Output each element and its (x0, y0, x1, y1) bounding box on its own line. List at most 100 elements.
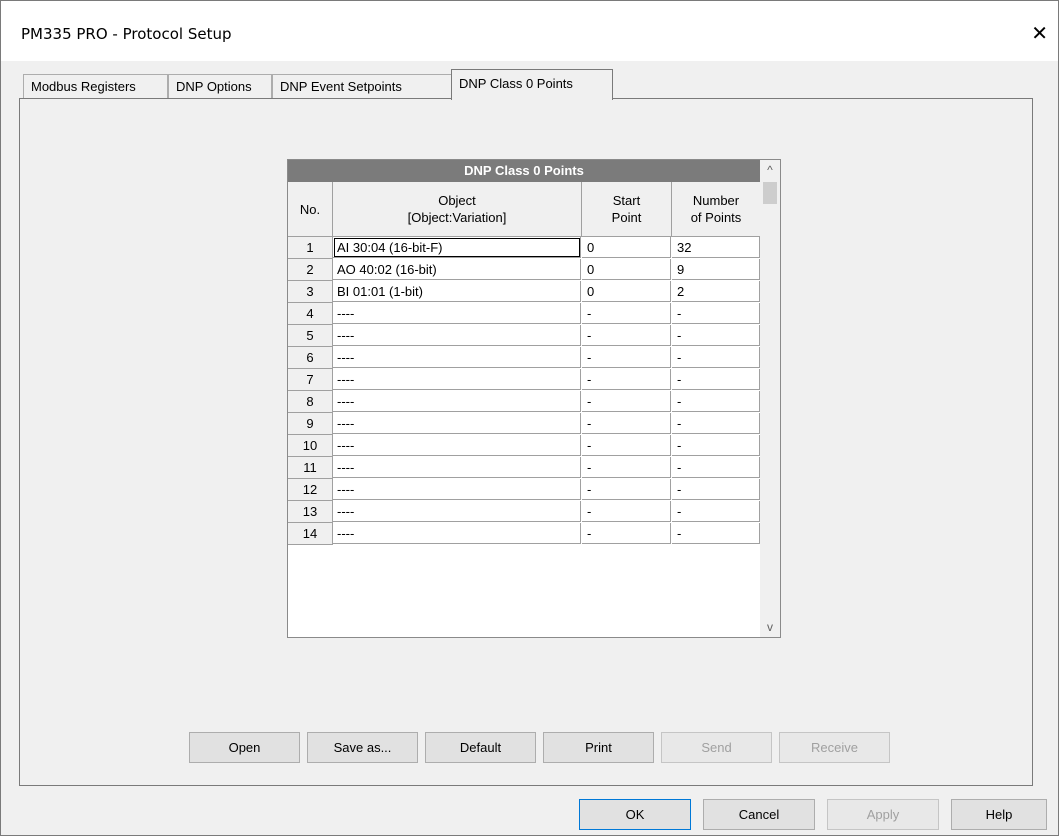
table-row: 11 ---- - - (288, 457, 760, 479)
row-number: 7 (288, 369, 333, 391)
object-select[interactable]: ---- (333, 501, 581, 522)
start-point-input[interactable]: - (582, 391, 671, 412)
object-select[interactable]: ---- (333, 391, 581, 412)
header-no-label: No. (299, 201, 321, 217)
apply-button[interactable]: Apply (827, 799, 939, 830)
table-row: 10 ---- - - (288, 435, 760, 457)
object-select[interactable]: ---- (333, 523, 581, 544)
protocol-setup-dialog: PM335 PRO - Protocol Setup ✕ Modbus Regi… (0, 0, 1059, 836)
close-icon[interactable]: ✕ (1031, 21, 1048, 45)
receive-button[interactable]: Receive (779, 732, 890, 763)
object-value: ---- (337, 504, 355, 519)
default-button[interactable]: Default (425, 732, 536, 763)
start-point-input[interactable]: - (582, 325, 671, 346)
table-row: 7 ---- - - (288, 369, 760, 391)
object-select[interactable]: ---- (333, 413, 581, 434)
object-select[interactable]: ---- (333, 479, 581, 500)
open-button[interactable]: Open (189, 732, 300, 763)
number-of-points-input[interactable]: - (672, 523, 760, 544)
start-point-input[interactable]: 0 (582, 237, 671, 258)
ok-button[interactable]: OK (579, 799, 691, 830)
object-value: ---- (337, 438, 355, 453)
scroll-down-icon[interactable]: v (760, 617, 780, 637)
header-number-of-points: Number of Points (672, 182, 761, 237)
scroll-up-icon[interactable]: ^ (760, 160, 780, 180)
object-select[interactable]: AO 40:02 (16-bit) (333, 259, 581, 280)
object-value: ---- (337, 526, 355, 541)
row-number: 13 (288, 501, 333, 523)
scroll-thumb[interactable] (763, 182, 777, 204)
window-title: PM335 PRO - Protocol Setup (21, 25, 232, 43)
header-object-line1: Object (438, 193, 476, 208)
row-number: 1 (288, 237, 333, 259)
help-button[interactable]: Help (951, 799, 1047, 830)
number-of-points-input[interactable]: - (672, 325, 760, 346)
number-of-points-input[interactable]: - (672, 303, 760, 324)
row-number: 9 (288, 413, 333, 435)
start-point-input[interactable]: - (582, 479, 671, 500)
number-of-points-input[interactable]: - (672, 479, 760, 500)
title-bar: PM335 PRO - Protocol Setup ✕ (1, 1, 1058, 61)
number-of-points-input[interactable]: - (672, 501, 760, 522)
object-select[interactable]: ---- (333, 303, 581, 324)
start-point-input[interactable]: 0 (582, 281, 671, 302)
save-as-button[interactable]: Save as... (307, 732, 418, 763)
row-number: 4 (288, 303, 333, 325)
tab-modbus-registers[interactable]: Modbus Registers (23, 74, 168, 99)
object-select[interactable]: BI 01:01 (1-bit) (333, 281, 581, 302)
number-of-points-input[interactable]: - (672, 413, 760, 434)
tab-dnp-event-setpoints[interactable]: DNP Event Setpoints (272, 74, 454, 99)
row-number: 2 (288, 259, 333, 281)
table-row: 13 ---- - - (288, 501, 760, 523)
table-row: 14 ---- - - (288, 523, 760, 545)
row-number: 14 (288, 523, 333, 545)
header-num-line1: Number (692, 193, 740, 208)
tab-panel: DNP Class 0 Points No. Object [Object:Va… (19, 98, 1033, 786)
start-point-input[interactable]: - (582, 347, 671, 368)
number-of-points-input[interactable]: 2 (672, 281, 760, 302)
row-number: 6 (288, 347, 333, 369)
table-row: 6 ---- - - (288, 347, 760, 369)
object-value: BI 01:01 (1-bit) (337, 284, 423, 299)
tab-dnp-class-0-points[interactable]: DNP Class 0 Points (451, 69, 613, 100)
number-of-points-input[interactable]: - (672, 457, 760, 478)
row-number: 12 (288, 479, 333, 501)
header-object-line2: [Object:Variation] (407, 210, 507, 225)
table-row: 2 AO 40:02 (16-bit) 0 9 (288, 259, 760, 281)
number-of-points-input[interactable]: - (672, 369, 760, 390)
object-select[interactable]: ---- (333, 457, 581, 478)
cancel-button[interactable]: Cancel (703, 799, 815, 830)
number-of-points-input[interactable]: - (672, 391, 760, 412)
object-select[interactable]: ---- (333, 435, 581, 456)
table-row: 9 ---- - - (288, 413, 760, 435)
tab-dnp-options[interactable]: DNP Options (168, 74, 272, 99)
row-number: 3 (288, 281, 333, 303)
start-point-input[interactable]: - (582, 501, 671, 522)
number-of-points-input[interactable]: 32 (672, 237, 760, 258)
object-select[interactable]: ---- (333, 325, 581, 346)
start-point-input[interactable]: - (582, 413, 671, 434)
number-of-points-input[interactable]: - (672, 347, 760, 368)
start-point-input[interactable]: - (582, 457, 671, 478)
header-start-line2: Point (611, 210, 642, 225)
header-object: Object [Object:Variation] (333, 182, 582, 237)
object-select[interactable]: AI 30:04 (16-bit-F) (333, 237, 581, 258)
number-of-points-input[interactable]: 9 (672, 259, 760, 280)
header-num-line2: of Points (690, 210, 742, 225)
start-point-input[interactable]: - (582, 523, 671, 544)
grid-vertical-scrollbar[interactable]: ^ v (760, 160, 780, 637)
print-button[interactable]: Print (543, 732, 654, 763)
row-number: 11 (288, 457, 333, 479)
start-point-input[interactable]: - (582, 303, 671, 324)
send-button[interactable]: Send (661, 732, 772, 763)
start-point-input[interactable]: 0 (582, 259, 671, 280)
object-select[interactable]: ---- (333, 347, 581, 368)
start-point-input[interactable]: - (582, 435, 671, 456)
dnp-class0-grid: DNP Class 0 Points No. Object [Object:Va… (287, 159, 781, 638)
number-of-points-input[interactable]: - (672, 435, 760, 456)
start-point-input[interactable]: - (582, 369, 671, 390)
table-row: 5 ---- - - (288, 325, 760, 347)
table-row: 3 BI 01:01 (1-bit) 0 2 (288, 281, 760, 303)
object-select[interactable]: ---- (333, 369, 581, 390)
table-row: 8 ---- - - (288, 391, 760, 413)
